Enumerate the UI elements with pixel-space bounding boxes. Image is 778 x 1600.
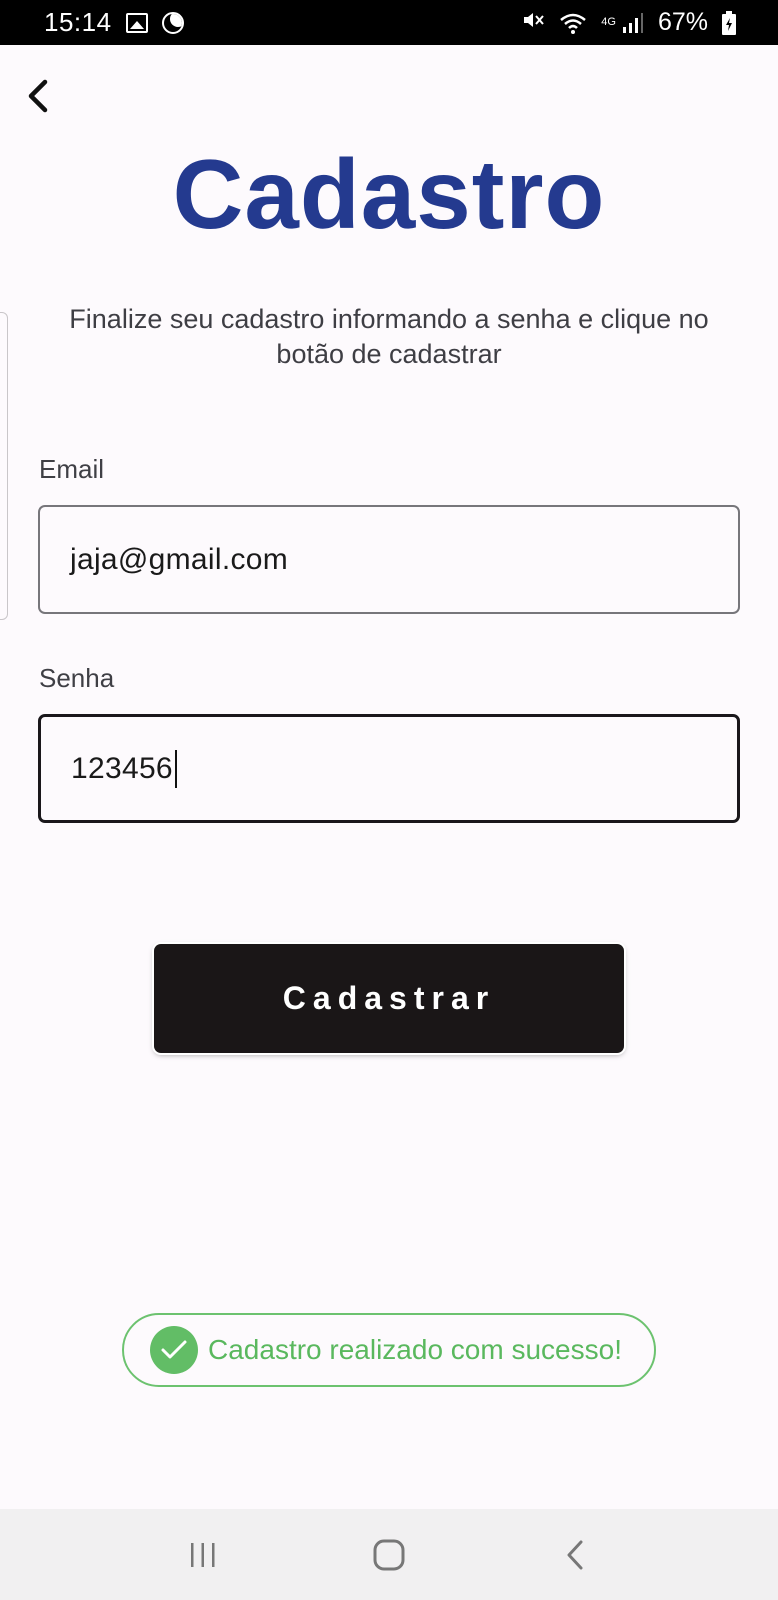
battery-icon [722,10,736,35]
toast-message: Cadastro realizado com sucesso! [208,1334,622,1365]
mute-icon [521,8,545,38]
home-icon [373,1539,405,1570]
password-value: 123456 [71,751,173,785]
screen: 15:14 4G 67% Cadastro Finalize seu cadas… [0,0,778,1600]
status-time: 15:14 [44,7,112,37]
subtitle: Finalize seu cadastro informando a senha… [69,304,709,369]
home-button[interactable] [349,1525,429,1585]
nav-back-button[interactable] [535,1525,615,1585]
submit-button-label: Cadastrar [282,980,496,1016]
success-toast: Cadastro realizado com sucesso! [122,1313,656,1387]
signal-icon [622,12,644,34]
battery-percent: 67% [657,8,708,36]
gallery-icon [125,12,148,33]
email-label: Email [39,454,105,484]
moon-icon [161,11,184,34]
status-bar: 15:14 4G 67% [0,0,778,45]
text-caret [174,749,177,788]
system-nav-bar [0,1509,778,1600]
back-button[interactable] [16,74,60,118]
email-field[interactable]: jaja@gmail.com [38,505,740,614]
status-left: 15:14 [44,7,184,38]
status-right: 4G 67% [521,8,736,38]
password-field[interactable]: 123456 [38,714,740,823]
network-type: 4G [601,15,616,28]
password-label: Senha [39,663,115,693]
email-value: jaja@gmail.com [70,542,289,576]
side-panel-edge [0,312,8,620]
recent-apps-button[interactable] [163,1525,243,1585]
page-title: Cadastro [172,139,606,249]
recent-apps-icon [191,1542,215,1567]
back-icon [567,1540,583,1569]
submit-button[interactable]: Cadastrar [154,944,624,1053]
chevron-left-icon [28,79,48,113]
check-circle-icon [150,1326,198,1374]
wifi-icon [559,11,587,35]
